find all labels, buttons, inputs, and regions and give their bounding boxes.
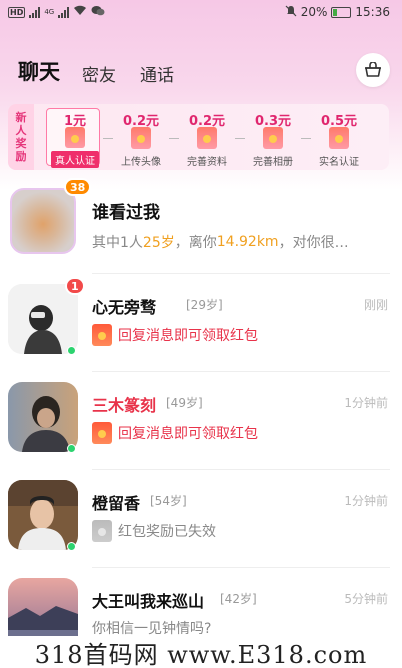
message-text: 回复消息即可领取红包 (118, 426, 258, 442)
reward-label: 真人认证 (51, 151, 99, 168)
contact-name: 三木篆刻 (92, 396, 157, 415)
signal-icon-2 (58, 6, 70, 18)
reward-step-real-person[interactable]: 1元 真人认证 (42, 106, 108, 168)
red-packet-icon (92, 422, 112, 444)
reward-step-album[interactable]: 0.3元 完善相册 (240, 106, 306, 168)
chat-row[interactable]: 橙留香 [54岁] 1分钟前 红包奖励已失效 (0, 470, 402, 568)
reward-step-realname[interactable]: 0.5元 实名认证 (306, 106, 372, 168)
tab-calls[interactable]: 通话 (140, 61, 174, 86)
battery-icon (331, 6, 352, 18)
reward-title-text: 新人奖励 (15, 111, 27, 163)
message-text: 红包奖励已失效 (118, 524, 216, 540)
shop-basket-icon (365, 62, 381, 77)
reward-steps: 1元 真人认证 0.2元 上传头像 0.2元 完善资料 0.3元 完善相册 0.… (42, 106, 372, 168)
reward-amount: 0.3元 (254, 114, 292, 129)
online-indicator (67, 444, 76, 453)
step-connector (169, 138, 179, 139)
avatar (8, 480, 78, 550)
unread-badge: 1 (65, 277, 85, 295)
visitors-title: 谁看过我 (92, 203, 160, 223)
visitors-distance-prefix: ，离你 (174, 235, 217, 251)
tab-close-friends[interactable]: 密友 (82, 61, 116, 86)
message-time: 1分钟前 (344, 396, 388, 410)
chat-list: 38 谁看过我 其中1人 25岁 ，离你 14.92km ，对你很… 1 心无旁… (0, 176, 402, 666)
tab-chat[interactable]: 聊天 (18, 56, 60, 89)
step-connector (235, 138, 245, 139)
clock: 15:36 (355, 5, 390, 19)
visitor-count-badge: 38 (64, 178, 92, 196)
network-type: 4G (44, 7, 55, 16)
contact-age: [49岁] (166, 396, 203, 410)
message-preview: 回复消息即可领取红包 (92, 324, 258, 346)
red-packet-expired-icon (92, 520, 112, 542)
reward-step-avatar[interactable]: 0.2元 上传头像 (108, 106, 174, 168)
top-tabs: 聊天 密友 通话 (18, 56, 198, 89)
avatar (8, 284, 78, 354)
store-button[interactable] (356, 53, 390, 87)
message-time: 刚刚 (363, 298, 388, 312)
red-envelope-icon (197, 127, 217, 149)
message-time: 5分钟前 (344, 592, 388, 606)
wifi-icon (73, 5, 87, 19)
red-envelope-icon (329, 127, 349, 149)
contact-name: 心无旁骛 (92, 298, 157, 317)
message-time: 1分钟前 (344, 494, 388, 508)
visitor-age: 25岁 (142, 235, 175, 251)
reward-amount: 0.5元 (320, 114, 358, 129)
step-connector (103, 138, 113, 139)
chat-row[interactable]: 三木篆刻 [49岁] 1分钟前 回复消息即可领取红包 (0, 372, 402, 470)
avatar (8, 382, 78, 452)
newbie-reward-banner[interactable]: 新人奖励 1元 真人认证 0.2元 上传头像 0.2元 完善资料 0.3元 完善… (8, 104, 389, 170)
message-text: 回复消息即可领取红包 (118, 328, 258, 344)
reward-label: 实名认证 (319, 157, 359, 168)
reward-title: 新人奖励 (8, 104, 34, 170)
visitors-summary-prefix: 其中1人 (92, 235, 143, 251)
online-indicator (67, 346, 76, 355)
contact-age: [54岁] (150, 494, 187, 508)
contact-age: [42岁] (220, 592, 257, 606)
visitors-summary: 其中1人 25岁 ，离你 14.92km ，对你很… (92, 232, 349, 252)
step-connector (301, 138, 311, 139)
contact-name: 橙留香 (92, 494, 141, 513)
contact-name: 大王叫我来巡山 (92, 592, 205, 611)
visitors-summary-suffix: ，对你很… (278, 235, 349, 251)
status-bar: HD 4G 20% 15:36 (0, 0, 402, 24)
visitors-row[interactable]: 38 谁看过我 其中1人 25岁 ，离你 14.92km ，对你很… (0, 176, 402, 274)
watermark: 318首码网 www.E318.com (0, 636, 402, 668)
chat-row[interactable]: 1 心无旁骛 [29岁] 刚刚 回复消息即可领取红包 (0, 274, 402, 372)
message-preview: 红包奖励已失效 (92, 520, 216, 542)
battery-percent: 20% (300, 5, 328, 19)
reward-label: 完善相册 (253, 157, 293, 168)
reward-amount: 0.2元 (122, 114, 160, 129)
reward-amount: 0.2元 (188, 114, 226, 129)
hd-icon: HD (8, 6, 26, 18)
avatar-blurred (10, 188, 76, 254)
visitor-distance: 14.92km (216, 234, 279, 250)
online-indicator (67, 542, 76, 551)
message-preview: 回复消息即可领取红包 (92, 422, 258, 444)
red-envelope-icon (263, 127, 283, 149)
reward-amount: 1元 (63, 114, 87, 129)
red-packet-icon (92, 324, 112, 346)
mute-bell-icon (285, 5, 297, 20)
wechat-icon (91, 5, 105, 20)
red-envelope-icon (131, 127, 151, 149)
reward-label: 上传头像 (121, 157, 161, 168)
reward-step-profile[interactable]: 0.2元 完善资料 (174, 106, 240, 168)
red-envelope-icon (65, 127, 85, 148)
reward-label: 完善资料 (187, 157, 227, 168)
contact-age: [29岁] (186, 298, 223, 312)
signal-icon (29, 6, 41, 18)
